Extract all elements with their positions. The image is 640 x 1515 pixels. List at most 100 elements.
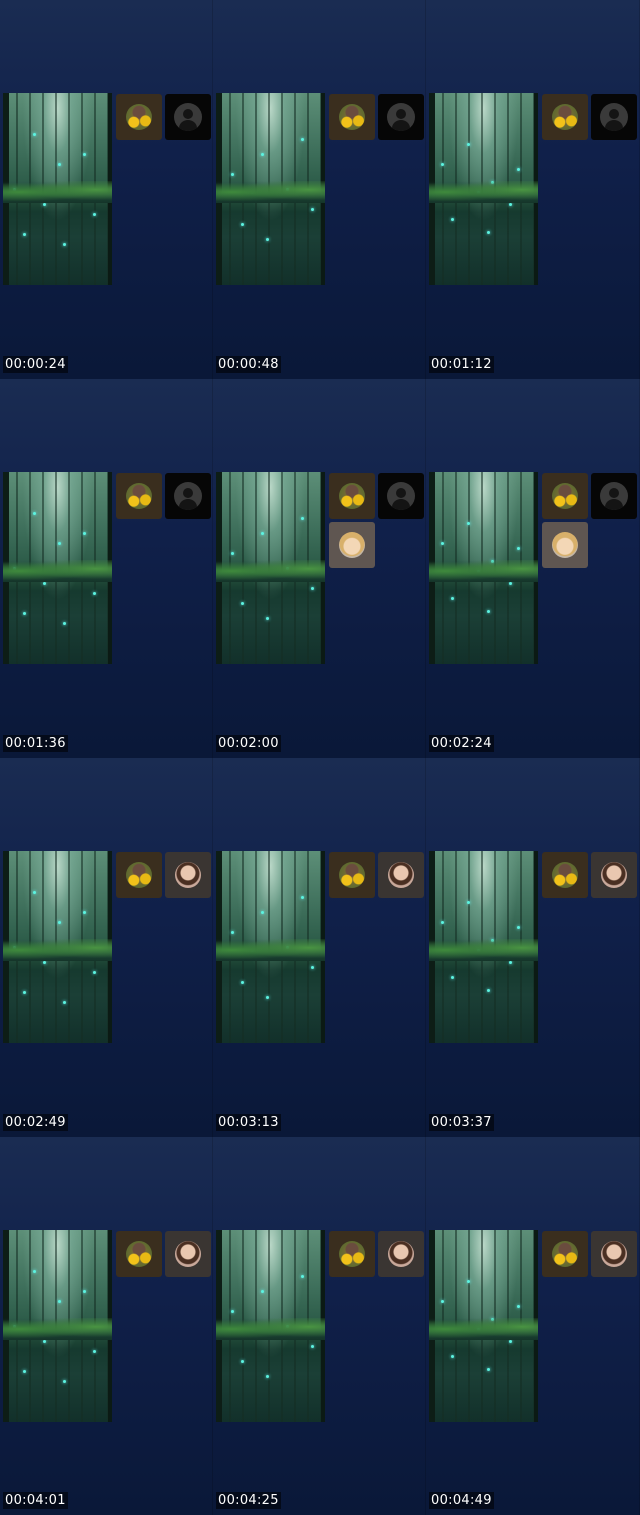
flower-avatar-icon bbox=[552, 104, 578, 130]
participant-tile[interactable] bbox=[591, 94, 637, 140]
participant-tile[interactable] bbox=[165, 94, 211, 140]
participant-tile[interactable] bbox=[116, 852, 162, 898]
participant-tile[interactable] bbox=[591, 852, 637, 898]
forest-video-scene bbox=[429, 472, 538, 664]
participant-tile[interactable] bbox=[165, 1231, 211, 1277]
firefly bbox=[261, 911, 264, 914]
participant-tile[interactable] bbox=[542, 522, 588, 568]
forest-video-scene bbox=[429, 851, 538, 1043]
firefly bbox=[261, 1290, 264, 1293]
frame-timestamp: 00:02:00 bbox=[216, 735, 281, 752]
firefly bbox=[231, 552, 234, 555]
video-frame: 00:03:13 bbox=[213, 758, 426, 1137]
flower-avatar-icon bbox=[552, 862, 578, 888]
firefly bbox=[43, 961, 46, 964]
firefly bbox=[477, 191, 480, 194]
participant-tile[interactable] bbox=[329, 522, 375, 568]
participant-tile[interactable] bbox=[165, 473, 211, 519]
firefly bbox=[301, 1275, 304, 1278]
video-frame: 00:01:36 bbox=[0, 379, 213, 758]
firefly bbox=[467, 1280, 470, 1283]
firefly bbox=[286, 188, 289, 191]
firefly bbox=[251, 572, 254, 575]
firefly bbox=[58, 542, 61, 545]
participant-tile[interactable] bbox=[591, 473, 637, 519]
firefly bbox=[23, 991, 26, 994]
participant-tile[interactable] bbox=[116, 1231, 162, 1277]
person-photo-avatar-icon bbox=[388, 1241, 414, 1267]
frame-timestamp: 00:04:25 bbox=[216, 1492, 281, 1509]
person-photo-avatar-icon bbox=[175, 1241, 201, 1267]
participant-tile[interactable] bbox=[329, 1231, 375, 1277]
firefly bbox=[467, 522, 470, 525]
participant-tile[interactable] bbox=[329, 473, 375, 519]
participant-tile[interactable] bbox=[378, 852, 424, 898]
participant-tile[interactable] bbox=[542, 1231, 588, 1277]
forest-video-scene bbox=[216, 1230, 325, 1422]
flower-avatar-icon bbox=[339, 104, 365, 130]
firefly bbox=[261, 532, 264, 535]
participant-tile[interactable] bbox=[378, 1231, 424, 1277]
video-frame-grid: 00:00:24 00:00:48 00:01:12 00:01:36 00:02:00… bbox=[0, 0, 640, 1515]
firefly bbox=[301, 517, 304, 520]
person-silhouette-icon bbox=[174, 482, 202, 510]
firefly bbox=[441, 163, 444, 166]
forest-video-scene bbox=[3, 851, 112, 1043]
firefly bbox=[251, 193, 254, 196]
firefly bbox=[311, 208, 314, 211]
firefly bbox=[33, 1270, 36, 1273]
participant-tile[interactable] bbox=[116, 94, 162, 140]
firefly bbox=[93, 971, 96, 974]
firefly bbox=[241, 602, 244, 605]
firefly bbox=[231, 931, 234, 934]
firefly bbox=[58, 1300, 61, 1303]
participant-tile[interactable] bbox=[591, 1231, 637, 1277]
flower-avatar-icon bbox=[126, 104, 152, 130]
firefly bbox=[517, 926, 520, 929]
firefly bbox=[23, 612, 26, 615]
flower-avatar-icon bbox=[126, 1241, 152, 1267]
participant-tile[interactable] bbox=[165, 852, 211, 898]
frame-timestamp: 00:03:37 bbox=[429, 1114, 494, 1131]
firefly bbox=[477, 570, 480, 573]
participant-tile[interactable] bbox=[378, 473, 424, 519]
participant-tile[interactable] bbox=[542, 94, 588, 140]
firefly bbox=[441, 921, 444, 924]
firefly bbox=[491, 1318, 494, 1321]
video-frame: 00:02:00 bbox=[213, 379, 426, 758]
firefly bbox=[487, 1368, 490, 1371]
firefly bbox=[441, 542, 444, 545]
video-frame: 00:03:37 bbox=[426, 758, 640, 1137]
video-frame: 00:04:25 bbox=[213, 1137, 426, 1515]
participant-tile[interactable] bbox=[542, 852, 588, 898]
firefly bbox=[487, 231, 490, 234]
participant-tile[interactable] bbox=[542, 473, 588, 519]
frame-timestamp: 00:04:49 bbox=[429, 1492, 494, 1509]
firefly bbox=[311, 966, 314, 969]
firefly bbox=[509, 1340, 512, 1343]
firefly bbox=[241, 981, 244, 984]
firefly bbox=[241, 1360, 244, 1363]
frame-timestamp: 00:02:24 bbox=[429, 735, 494, 752]
firefly bbox=[251, 1330, 254, 1333]
forest-video-scene bbox=[216, 472, 325, 664]
firefly bbox=[93, 592, 96, 595]
flower-avatar-icon bbox=[339, 1241, 365, 1267]
firefly bbox=[286, 946, 289, 949]
firefly bbox=[251, 951, 254, 954]
firefly bbox=[451, 597, 454, 600]
firefly bbox=[13, 946, 16, 949]
firefly bbox=[509, 582, 512, 585]
firefly bbox=[266, 996, 269, 999]
firefly bbox=[491, 181, 494, 184]
participant-tile[interactable] bbox=[329, 852, 375, 898]
firefly bbox=[43, 1340, 46, 1343]
participant-tile[interactable] bbox=[116, 473, 162, 519]
participant-tile[interactable] bbox=[378, 94, 424, 140]
firefly bbox=[451, 218, 454, 221]
forest-video-scene bbox=[216, 851, 325, 1043]
person-silhouette-icon bbox=[600, 482, 628, 510]
participant-tile[interactable] bbox=[329, 94, 375, 140]
firefly bbox=[93, 1350, 96, 1353]
firefly bbox=[286, 567, 289, 570]
